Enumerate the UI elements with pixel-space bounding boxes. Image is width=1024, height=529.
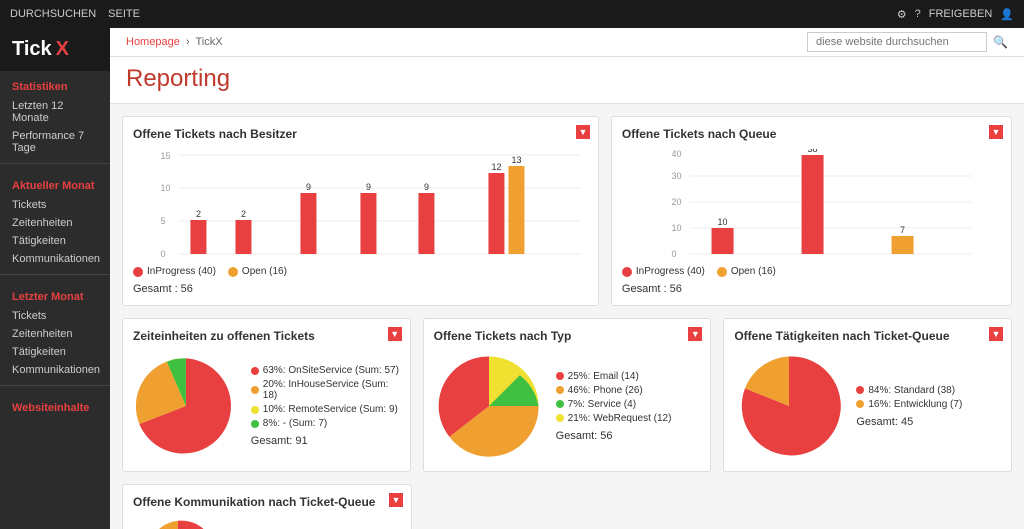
chart-total-besitzer: Gesamt : 56 [133,283,588,295]
chart-card-typ: Offene Tickets nach Typ ▼ [423,318,712,472]
pie-legend-typ: 25%: Email (14) 46%: Phone (26) 7%: Serv… [556,371,672,442]
pie-container-typ: 25%: Email (14) 46%: Phone (26) 7%: Serv… [434,351,701,461]
filter-icon-zeiteinheiten[interactable]: ▼ [388,327,402,341]
filter-icon-besitzer[interactable]: ▼ [576,125,590,139]
topbar-right: ⚙ ? FREIGEBEN 👤 [897,8,1014,21]
content: Homepage › TickX 🔍 Reporting Offene Tick… [110,28,1024,529]
svg-text:15: 15 [160,151,170,161]
svg-text:0: 0 [671,249,676,259]
chart-row-2: Zeiteinheiten zu offenen Tickets ▼ [122,318,1012,472]
svg-text:30: 30 [671,171,681,181]
chart-legend-queue: InProgress (40) Open (16) [622,266,1001,277]
svg-text:10: 10 [717,217,727,227]
chart-total-taetigkeiten: Gesamt: 45 [856,416,962,428]
search-icon[interactable]: 🔍 [993,35,1008,49]
search-input[interactable] [807,32,987,52]
dashboard: Offene Tickets nach Besitzer ▼ 0 5 10 15 [110,104,1024,529]
pie-zeiteinheiten [133,351,239,461]
chart-total-zeiteinheiten: Gesamt: 91 [251,435,400,447]
page-title: Reporting [126,65,1008,93]
svg-text:2: 2 [241,209,246,219]
svg-text:9: 9 [306,182,311,192]
filter-icon-taetigkeiten[interactable]: ▼ [989,327,1003,341]
chart-title-besitzer: Offene Tickets nach Besitzer [133,127,588,141]
freigeben-button[interactable]: FREIGEBEN [929,8,993,20]
logo: TickX [0,28,110,71]
pie-taetigkeiten [734,351,844,461]
chart-title-zeiteinheiten: Zeiteinheiten zu offenen Tickets [133,329,400,343]
settings-icon[interactable]: ⚙ [897,8,907,21]
pie-container-taetigkeiten: 84%: Standard (38) 16%: Entwicklung (7) … [734,351,1001,461]
breadcrumb-home[interactable]: Homepage [126,36,180,48]
filter-icon-typ[interactable]: ▼ [688,327,702,341]
sidebar-statistiken-title: Statistiken [0,71,110,97]
svg-text:2: 2 [196,209,201,219]
page-title-area: Reporting [110,57,1024,104]
chart-card-taetigkeiten: Offene Tätigkeiten nach Ticket-Queue ▼ 8… [723,318,1012,472]
content-header: Homepage › TickX 🔍 [110,28,1024,57]
sidebar: TickX Statistiken Letzten 12 Monate Perf… [0,28,110,529]
sidebar-item-aktuell-zeitenheiten[interactable]: Zeitenheiten [0,214,110,232]
chart-card-kommunikation: Offene Kommunikation nach Ticket-Queue ▼… [122,484,412,529]
svg-text:38: 38 [807,149,817,154]
sidebar-item-letzt-tickets[interactable]: Tickets [0,307,110,325]
sidebar-item-letzten12[interactable]: Letzten 12 Monate [0,97,110,127]
chart-card-queue: Offene Tickets nach Queue ▼ 0 10 20 30 4… [611,116,1012,306]
chart-title-taetigkeiten: Offene Tätigkeiten nach Ticket-Queue [734,329,1001,343]
sidebar-item-performance7[interactable]: Performance 7 Tage [0,127,110,157]
chart-row-1: Offene Tickets nach Besitzer ▼ 0 5 10 15 [122,116,1012,306]
bar-chart-queue: 0 10 20 30 40 10 Entwicklu [642,149,1001,259]
filter-icon-queue[interactable]: ▼ [989,125,1003,139]
chart-legend-besitzer: InProgress (40) Open (16) [133,266,588,277]
sidebar-item-aktuell-kommunikationen[interactable]: Kommunikationen [0,250,110,268]
sidebar-item-aktuell-tickets[interactable]: Tickets [0,196,110,214]
chart-total-typ: Gesamt: 56 [556,430,672,442]
svg-text:0: 0 [160,249,165,259]
pie-typ [434,351,544,461]
breadcrumb-sep: › [186,36,190,48]
chart-card-besitzer: Offene Tickets nach Besitzer ▼ 0 5 10 15 [122,116,599,306]
sidebar-websiteinhalte-title: Websiteinhalte [0,392,110,418]
breadcrumb: Homepage › TickX [126,36,223,48]
user-icon[interactable]: 👤 [1000,8,1014,21]
svg-text:7: 7 [900,225,905,235]
pie-legend-taetigkeiten: 84%: Standard (38) 16%: Entwicklung (7) … [856,385,962,428]
pie-kommunikation [133,517,223,529]
pie-legend-zeiteinheiten: 63%: OnSiteService (Sum: 57) 20%: InHous… [251,365,400,447]
svg-text:10: 10 [160,183,170,193]
search-area: 🔍 [807,32,1008,52]
topbar-left: DURCHSUCHEN SEITE [10,8,140,20]
svg-text:9: 9 [424,182,429,192]
chart-total-queue: Gesamt : 56 [622,283,1001,295]
logo-x: X [56,38,69,61]
svg-text:5: 5 [160,216,165,226]
chart-title-kommunikation: Offene Kommunikation nach Ticket-Queue [133,495,401,509]
sidebar-letzter-monat-title: Letzter Monat [0,281,110,307]
sidebar-aktueller-monat-title: Aktueller Monat [0,170,110,196]
chart-title-queue: Offene Tickets nach Queue [622,127,1001,141]
sidebar-item-letzt-taetigkeiten[interactable]: Tätigkeiten [0,343,110,361]
filter-icon-kommunikation[interactable]: ▼ [389,493,403,507]
sidebar-item-aktuell-taetigkeiten[interactable]: Tätigkeiten [0,232,110,250]
topbar: DURCHSUCHEN SEITE ⚙ ? FREIGEBEN 👤 [0,0,1024,28]
svg-text:20: 20 [671,197,681,207]
logo-tick: Tick [12,38,52,61]
svg-text:10: 10 [671,223,681,233]
svg-text:12: 12 [491,162,501,172]
svg-text:40: 40 [671,149,681,159]
topbar-durchsuchen[interactable]: DURCHSUCHEN [10,8,96,20]
pie-container-zeiteinheiten: 63%: OnSiteService (Sum: 57) 20%: InHous… [133,351,400,461]
sidebar-item-letzt-zeitenheiten[interactable]: Zeitenheiten [0,325,110,343]
svg-text:13: 13 [511,155,521,165]
chart-row-3: Offene Kommunikation nach Ticket-Queue ▼… [122,484,1012,529]
sidebar-item-letzt-kommunikationen[interactable]: Kommunikationen [0,361,110,379]
help-icon[interactable]: ? [915,8,921,20]
svg-text:9: 9 [366,182,371,192]
chart-card-zeiteinheiten: Zeiteinheiten zu offenen Tickets ▼ [122,318,411,472]
breadcrumb-current: TickX [196,36,223,48]
topbar-seite[interactable]: SEITE [108,8,140,20]
bar-chart-besitzer: 0 5 10 15 2 Benutzer 1 [153,149,588,259]
pie-container-kommunikation: 89%: Standard (8) 11%: Entwicklung (1) G… [133,517,401,529]
chart-title-typ: Offene Tickets nach Typ [434,329,701,343]
